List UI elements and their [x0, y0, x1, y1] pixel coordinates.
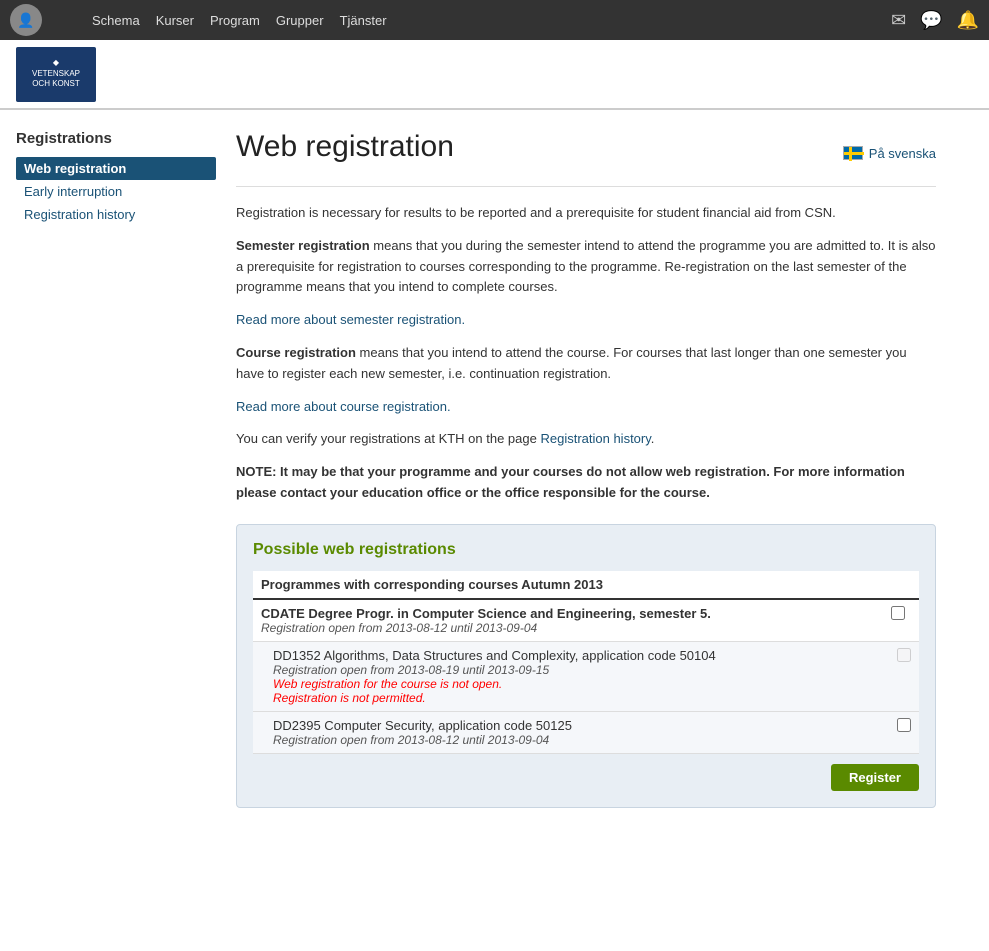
course-2-info: DD2395 Computer Security, application co…	[253, 711, 877, 753]
sidebar-item-web-registration[interactable]: Web registration	[16, 157, 216, 180]
sidebar-item-early-interruption[interactable]: Early interruption	[16, 180, 216, 203]
programme-name: CDATE Degree Progr. in Computer Science …	[261, 606, 869, 621]
nav-grupper[interactable]: Grupper	[276, 13, 324, 28]
registration-table: Programmes with corresponding courses Au…	[253, 571, 919, 754]
top-navigation: 👤 Schema Kurser Program Grupper Tjänster…	[0, 0, 989, 40]
register-button[interactable]: Register	[831, 764, 919, 791]
nav-tjanster[interactable]: Tjänster	[340, 13, 387, 28]
reg-box-title: Possible web registrations	[253, 541, 919, 559]
course-row-2: DD2395 Computer Security, application co…	[253, 711, 919, 753]
course-link-paragraph: Read more about course registration.	[236, 397, 936, 418]
course-2-checkbox[interactable]	[897, 718, 911, 732]
main-content: Web registration På svenska Registration…	[216, 130, 956, 808]
course-1-checkbox-cell[interactable]	[877, 641, 919, 711]
mail-icon[interactable]: ✉	[891, 10, 906, 31]
bell-icon[interactable]: 🔔	[957, 10, 979, 31]
logo-text: ◆ VETENSKAP OCH KONST	[32, 58, 80, 89]
course-1-name: DD1352 Algorithms, Data Structures and C…	[273, 648, 869, 663]
main-layout: Registrations Web registration Early int…	[0, 110, 989, 828]
semester-bold: Semester registration	[236, 238, 370, 253]
nav-schema[interactable]: Schema	[92, 13, 140, 28]
course-1-error1: Web registration for the course is not o…	[273, 677, 869, 691]
logo[interactable]: ◆ VETENSKAP OCH KONST	[16, 47, 96, 102]
verify-end: .	[651, 431, 655, 446]
course-1-dates: Registration open from 2013-08-19 until …	[273, 663, 869, 677]
course-bold: Course registration	[236, 345, 356, 360]
programme-checkbox-cell[interactable]	[877, 599, 919, 642]
nav-icon-group: ✉ 💬 🔔	[891, 10, 979, 31]
verify-text: You can verify your registrations at KTH…	[236, 431, 540, 446]
table-header-cell: Programmes with corresponding courses Au…	[253, 571, 919, 599]
programme-row: CDATE Degree Progr. in Computer Science …	[253, 599, 919, 642]
note-paragraph: NOTE: It may be that your programme and …	[236, 462, 936, 504]
nav-links: Schema Kurser Program Grupper Tjänster	[92, 13, 387, 28]
sidebar: Registrations Web registration Early int…	[16, 130, 216, 808]
user-avatar[interactable]: 👤	[10, 4, 42, 36]
verify-link[interactable]: Registration history	[540, 431, 650, 446]
swedish-flag-icon	[843, 146, 863, 160]
intro-paragraph: Registration is necessary for results to…	[236, 203, 936, 224]
semester-link[interactable]: Read more about semester registration.	[236, 312, 465, 327]
possible-registrations-box: Possible web registrations Programmes wi…	[236, 524, 936, 808]
page-title: Web registration	[236, 130, 454, 164]
course-1-error2: Registration is not permitted.	[273, 691, 869, 705]
table-header-row: Programmes with corresponding courses Au…	[253, 571, 919, 599]
lang-switch-label: På svenska	[869, 146, 936, 161]
course-1-info: DD1352 Algorithms, Data Structures and C…	[253, 641, 877, 711]
sidebar-item-registration-history[interactable]: Registration history	[16, 203, 216, 226]
course-row-1: DD1352 Algorithms, Data Structures and C…	[253, 641, 919, 711]
nav-program[interactable]: Program	[210, 13, 260, 28]
chat-icon[interactable]: 💬	[920, 10, 942, 31]
nav-kurser[interactable]: Kurser	[156, 13, 194, 28]
programme-dates: Registration open from 2013-08-12 until …	[261, 621, 869, 635]
course-2-name: DD2395 Computer Security, application co…	[273, 718, 869, 733]
logo-bar: ◆ VETENSKAP OCH KONST	[0, 40, 989, 110]
content-header: Web registration På svenska	[236, 130, 936, 187]
course-1-checkbox[interactable]	[897, 648, 911, 662]
semester-link-paragraph: Read more about semester registration.	[236, 310, 936, 331]
sidebar-title: Registrations	[16, 130, 216, 147]
programme-info: CDATE Degree Progr. in Computer Science …	[253, 599, 877, 642]
course-2-dates: Registration open from 2013-08-12 until …	[273, 733, 869, 747]
programme-checkbox[interactable]	[891, 606, 905, 620]
lang-switch-link[interactable]: På svenska	[843, 146, 936, 161]
course-paragraph: Course registration means that you inten…	[236, 343, 936, 385]
semester-paragraph: Semester registration means that you dur…	[236, 236, 936, 298]
course-link[interactable]: Read more about course registration.	[236, 399, 451, 414]
register-row: Register	[253, 764, 919, 791]
course-2-checkbox-cell[interactable]	[877, 711, 919, 753]
verify-paragraph: You can verify your registrations at KTH…	[236, 429, 936, 450]
